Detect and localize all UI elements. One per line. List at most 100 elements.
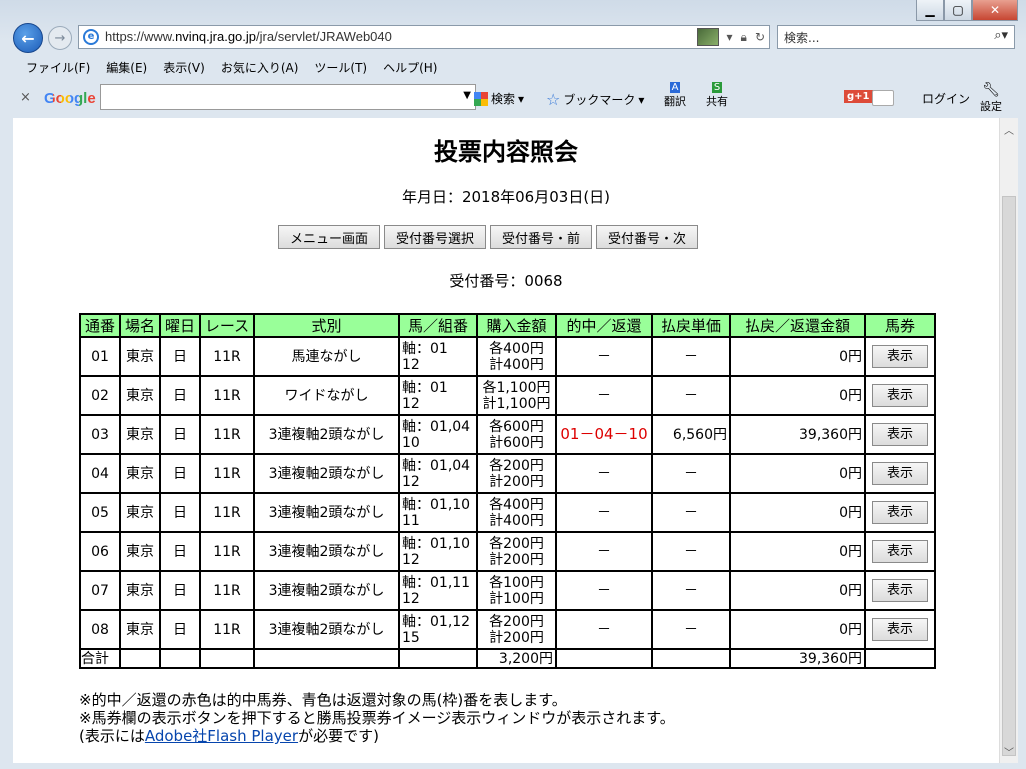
cell-place: 東京 xyxy=(119,336,161,377)
ticket-view-button[interactable]: 表示 xyxy=(872,618,928,641)
cell-day: 日 xyxy=(159,531,201,572)
address-bar[interactable]: e https://www.nvinq.jra.go.jp/jra/servle… xyxy=(78,25,770,49)
cell-unit-price: － xyxy=(651,570,731,611)
dropdown-icon[interactable]: ▾ xyxy=(727,30,733,44)
total-payout: 39,360円 xyxy=(729,648,866,669)
nav-buttons: メニュー画面 受付番号選択 受付番号・前 受付番号・次 xyxy=(278,225,699,249)
chevron-down-icon[interactable]: ▼ xyxy=(463,90,471,101)
bookmark-button[interactable]: ☆ ブックマーク ▾ xyxy=(546,90,644,109)
cell-amount: 各100円 計100円 xyxy=(476,570,557,611)
search-box[interactable]: 検索... ⌕▾ xyxy=(777,25,1015,49)
menu-view[interactable]: 表示(V) xyxy=(163,59,205,76)
cell-type: 3連複軸2頭ながし xyxy=(253,531,400,572)
table-row: 07 東京日 11R 3連複軸2頭ながし 軸：01,11 12 各100円 計100円－－ 0円… xyxy=(79,570,936,611)
receipt-select-button[interactable]: 受付番号選択 xyxy=(384,225,487,249)
cell-hit: － xyxy=(555,453,653,494)
table-body: 01 東京日 11R 馬連ながし 軸：01 12 各400円 計400円－－ 0円 表示 02 東京日… xyxy=(79,336,936,669)
menu-edit[interactable]: 編集(E) xyxy=(106,59,147,76)
search-icon[interactable]: ⌕▾ xyxy=(994,28,1008,43)
translate-button[interactable]: A 翻訳 xyxy=(664,82,686,109)
cell-type: 3連複軸2頭ながし xyxy=(253,570,400,611)
cell-place: 東京 xyxy=(119,531,161,572)
cell-type: 3連複軸2頭ながし xyxy=(253,453,400,494)
ticket-view-button[interactable]: 表示 xyxy=(872,579,928,602)
cell-race: 11R xyxy=(199,492,255,533)
cell-race: 11R xyxy=(199,414,255,455)
scroll-up-icon[interactable]: ︿ xyxy=(1004,122,1014,137)
wrench-icon: 🔧︎ xyxy=(982,82,1000,98)
receipt-number: 受付番号：0068 xyxy=(449,272,563,290)
toolbar-close-icon[interactable]: × xyxy=(20,90,31,105)
refresh-icon[interactable]: ↻ xyxy=(755,30,765,44)
google-search-icon xyxy=(474,91,488,106)
cell-combination: 軸：01,04 12 xyxy=(398,453,478,494)
cell-ticket: 表示 xyxy=(864,414,936,455)
cell-hit: － xyxy=(555,609,653,650)
menu-file[interactable]: ファイル(F) xyxy=(26,59,90,76)
cell-ticket: 表示 xyxy=(864,570,936,611)
ticket-view-button[interactable]: 表示 xyxy=(872,540,928,563)
forward-button[interactable]: → xyxy=(48,26,72,50)
receipt-prev-button[interactable]: 受付番号・前 xyxy=(490,225,593,249)
login-button[interactable]: ログイン xyxy=(922,90,970,107)
ticket-view-button[interactable]: 表示 xyxy=(872,462,928,485)
ticket-view-button[interactable]: 表示 xyxy=(872,345,928,368)
cell-amount: 各600円 計600円 xyxy=(476,414,557,455)
ticket-view-button[interactable]: 表示 xyxy=(872,384,928,407)
cell-hit: － xyxy=(555,492,653,533)
browser-window: ▁ ▢ ✕ ← → e https://www.nvinq.jra.go.jp/… xyxy=(0,0,1026,769)
cell-unit-price: － xyxy=(651,336,731,377)
cell-payout: 0円 xyxy=(729,570,866,611)
cell-payout: 0円 xyxy=(729,492,866,533)
table-header-row: 通番 場名 曜日 レース 式別 馬／組番 購入金額 的中／返還 払戻単価 払戻／… xyxy=(79,313,936,338)
scroll-down-icon[interactable]: ﹀ xyxy=(1004,744,1014,759)
scrollbar-thumb[interactable] xyxy=(1002,196,1016,756)
settings-button[interactable]: 🔧︎ 設定 xyxy=(980,82,1002,114)
share-icon: S xyxy=(711,82,723,93)
lock-icon[interactable]: 🔒︎ xyxy=(741,30,747,45)
settings-label: 設定 xyxy=(980,100,1002,113)
menu-favorites[interactable]: お気に入り(A) xyxy=(221,59,299,76)
ticket-view-button[interactable]: 表示 xyxy=(872,423,928,446)
cell-ticket: 表示 xyxy=(864,336,936,377)
back-button[interactable]: ← xyxy=(13,23,43,53)
cell-payout: 0円 xyxy=(729,336,866,377)
gplus-button[interactable]: g+1 xyxy=(844,90,873,103)
ie-icon: e xyxy=(83,29,99,45)
star-icon: ☆ xyxy=(546,90,561,109)
table-row: 08 東京日 11R 3連複軸2頭ながし 軸：01,12 15 各200円 計200円－－ 0円… xyxy=(79,609,936,650)
gplus-count xyxy=(872,90,894,106)
close-window-button[interactable]: ✕ xyxy=(972,0,1018,21)
ticket-view-button[interactable]: 表示 xyxy=(872,501,928,524)
cell-race: 11R xyxy=(199,453,255,494)
share-button[interactable]: S 共有 xyxy=(706,82,728,109)
cell-type: 3連複軸2頭ながし xyxy=(253,414,400,455)
menu-tools[interactable]: ツール(T) xyxy=(314,59,367,76)
cell-amount: 各200円 計200円 xyxy=(476,609,557,650)
cell-ticket: 表示 xyxy=(864,453,936,494)
cell-payout: 39,360円 xyxy=(729,414,866,455)
url-text: https://www.nvinq.jra.go.jp/jra/servlet/… xyxy=(105,29,392,44)
cell-no: 03 xyxy=(79,414,121,455)
col-header: 的中／返還 xyxy=(555,313,653,338)
menu-screen-button[interactable]: メニュー画面 xyxy=(278,225,381,249)
cell-no: 02 xyxy=(79,375,121,416)
google-search-input[interactable]: ▼ xyxy=(100,84,476,110)
receipt-next-button[interactable]: 受付番号・次 xyxy=(596,225,699,249)
translate-label: 翻訳 xyxy=(664,95,686,108)
cell-day: 日 xyxy=(159,336,201,377)
cell-payout: 0円 xyxy=(729,531,866,572)
minimize-button[interactable]: ▁ xyxy=(916,0,944,21)
flash-player-link[interactable]: Adobe社Flash Player xyxy=(145,727,298,745)
col-header: 式別 xyxy=(253,313,400,338)
table-row: 05 東京日 11R 3連複軸2頭ながし 軸：01,10 11 各400円 計400円－－ 0円… xyxy=(79,492,936,533)
cell-no: 07 xyxy=(79,570,121,611)
vertical-scrollbar[interactable]: ︿ ﹀ xyxy=(999,118,1018,763)
total-row: 合計 3,200円 39,360円 xyxy=(79,648,936,669)
cell-payout: 0円 xyxy=(729,453,866,494)
cell-type: 3連複軸2頭ながし xyxy=(253,492,400,533)
maximize-button[interactable]: ▢ xyxy=(944,0,972,21)
menu-help[interactable]: ヘルプ(H) xyxy=(383,59,437,76)
google-search-button[interactable]: 検索 ▾ xyxy=(474,90,524,107)
cell-hit: － xyxy=(555,336,653,377)
